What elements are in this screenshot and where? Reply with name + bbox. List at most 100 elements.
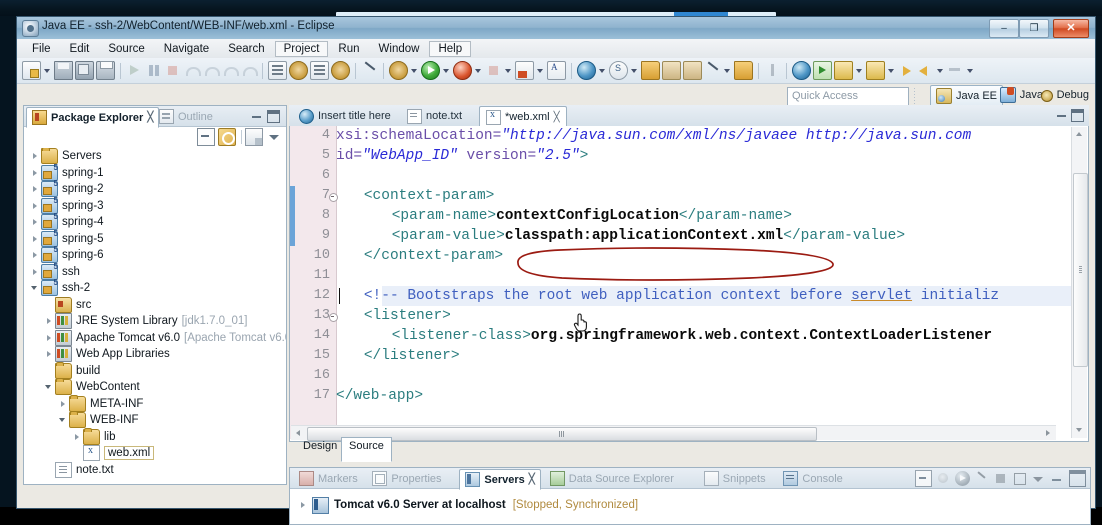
source-code[interactable]: xsi:schemaLocation="http://java.sun.com/…: [336, 126, 1072, 439]
tree-item[interactable]: spring-4: [24, 212, 286, 231]
undo-icon[interactable]: [202, 62, 220, 79]
step-return-icon[interactable]: [183, 62, 201, 79]
tab-properties[interactable]: Properties: [367, 469, 446, 488]
tree-item[interactable]: src: [24, 296, 286, 314]
close-icon[interactable]: ╳: [147, 112, 153, 123]
collapse-all-icon[interactable]: [197, 128, 215, 146]
expand-arrow-icon[interactable]: [30, 165, 41, 181]
open-folder-icon[interactable]: [662, 61, 681, 80]
key-dropdown-icon[interactable]: [854, 62, 863, 79]
tab-note-txt[interactable]: note.txt: [401, 106, 468, 126]
tab-markers[interactable]: Markers: [294, 469, 363, 488]
pencil-icon[interactable]: [361, 62, 378, 79]
back-history-icon[interactable]: [917, 62, 934, 79]
open-task-icon[interactable]: [331, 61, 350, 80]
forward-history-icon[interactable]: [898, 62, 915, 79]
expand-arrow-icon[interactable]: [30, 231, 41, 247]
run-external-dropdown-icon[interactable]: [473, 62, 482, 79]
new-wizard-dropdown-icon[interactable]: [722, 62, 731, 79]
tab-servers[interactable]: Servers ╳: [459, 469, 541, 490]
expand-arrow-icon[interactable]: [30, 181, 41, 197]
menu-item-project[interactable]: Project: [274, 40, 329, 57]
open-resource-icon[interactable]: [683, 61, 702, 80]
tree-item[interactable]: note.txt: [24, 461, 286, 479]
tab-console[interactable]: Console: [778, 469, 847, 488]
scroll-right-icon[interactable]: [1043, 427, 1055, 439]
key2-icon[interactable]: [866, 61, 885, 80]
minimize-button[interactable]: –: [989, 19, 1019, 38]
run-dropdown-icon[interactable]: [441, 62, 450, 79]
package-icon[interactable]: [734, 61, 753, 80]
expand-arrow-icon[interactable]: [58, 412, 69, 428]
menu-item-help[interactable]: Help: [429, 40, 472, 57]
save-icon[interactable]: [54, 61, 73, 80]
new-wizard-icon[interactable]: [704, 62, 721, 79]
tab-web-xml[interactable]: *web.xml ╳: [479, 106, 567, 128]
menu-item-search[interactable]: Search: [219, 41, 273, 57]
collapse-all-icon[interactable]: [915, 470, 932, 487]
expand-arrow-icon[interactable]: [30, 247, 41, 263]
start-icon[interactable]: [955, 471, 970, 486]
expand-arrow-icon[interactable]: [30, 264, 41, 280]
tree-item[interactable]: lib: [24, 427, 286, 446]
minimize-icon[interactable]: [251, 110, 262, 121]
editor-vertical-scrollbar[interactable]: [1071, 127, 1088, 438]
tab-data-source-explorer[interactable]: Data Source Explorer: [545, 469, 679, 488]
tree-item[interactable]: spring-2: [24, 179, 286, 198]
view-menu-icon[interactable]: [245, 128, 263, 146]
menu-item-window[interactable]: Window: [370, 41, 429, 57]
coverage-dropdown-icon[interactable]: [503, 62, 512, 79]
run-external-icon[interactable]: [453, 61, 472, 80]
tab-insert-title-here[interactable]: Insert title here: [293, 106, 397, 126]
suspend-icon[interactable]: [145, 62, 162, 79]
menu-item-navigate[interactable]: Navigate: [155, 41, 218, 57]
link-with-editor-icon[interactable]: [218, 128, 236, 146]
scroll-up-icon[interactable]: [1073, 128, 1086, 141]
minimize-icon[interactable]: [1056, 109, 1067, 120]
perspective-java-ee[interactable]: Java EE: [930, 85, 1003, 107]
tab-package-explorer[interactable]: Package Explorer ╳: [26, 107, 160, 128]
vertical-scroll-thumb[interactable]: [1073, 173, 1088, 367]
coverage-icon[interactable]: [485, 62, 502, 79]
tab-snippets[interactable]: Snippets: [699, 469, 771, 488]
run-icon[interactable]: [421, 61, 440, 80]
tree-item[interactable]: web.xml: [24, 445, 286, 462]
redo-icon[interactable]: [221, 62, 239, 79]
spellcheck-icon[interactable]: [547, 61, 566, 80]
back-history-dropdown-icon[interactable]: [935, 62, 944, 79]
expand-arrow-icon[interactable]: [44, 313, 55, 329]
expand-arrow-icon[interactable]: [44, 379, 55, 395]
menu-item-edit[interactable]: Edit: [61, 41, 99, 57]
expand-arrow-icon[interactable]: [30, 280, 41, 296]
debug-icon[interactable]: [389, 61, 408, 80]
search-s-dropdown-icon[interactable]: [629, 62, 638, 79]
view-menu-icon[interactable]: [1031, 471, 1046, 486]
tab-outline[interactable]: Outline: [154, 107, 218, 126]
tree-item[interactable]: WebContent: [24, 378, 286, 396]
tree-item[interactable]: spring-6: [24, 245, 286, 264]
web-browser-dropdown-icon[interactable]: [597, 62, 606, 79]
tree-item[interactable]: build: [24, 361, 286, 380]
perspective-debug[interactable]: Debug: [1034, 85, 1094, 105]
search-s-icon[interactable]: [609, 61, 628, 80]
tab-source[interactable]: Source: [341, 437, 392, 462]
expand-arrow-icon[interactable]: [44, 330, 55, 346]
close-icon[interactable]: ╳: [554, 112, 560, 123]
expand-arrow-icon[interactable]: [72, 429, 83, 445]
server-row[interactable]: Tomcat v6.0 Server at localhost [Stopped…: [290, 488, 1098, 522]
debug-icon[interactable]: [936, 471, 951, 486]
terminate-icon[interactable]: [164, 62, 181, 79]
tree-item[interactable]: Servers: [24, 148, 286, 165]
scroll-down-icon[interactable]: [1073, 424, 1086, 437]
toggle-outline-icon[interactable]: [268, 61, 287, 80]
debug-toggle-icon[interactable]: [289, 61, 308, 80]
tree-item[interactable]: JRE System Library [jdk1.7.0_01]: [24, 313, 286, 330]
menu-item-source[interactable]: Source: [99, 41, 153, 57]
editor-horizontal-scrollbar[interactable]: [291, 425, 1056, 441]
expand-arrow-icon[interactable]: [30, 214, 41, 230]
resume-icon[interactable]: [126, 62, 143, 79]
profile-icon[interactable]: [974, 471, 989, 486]
stop-icon[interactable]: [993, 471, 1008, 486]
external-tools-icon[interactable]: [515, 61, 534, 80]
expand-arrow-icon[interactable]: [298, 498, 310, 512]
